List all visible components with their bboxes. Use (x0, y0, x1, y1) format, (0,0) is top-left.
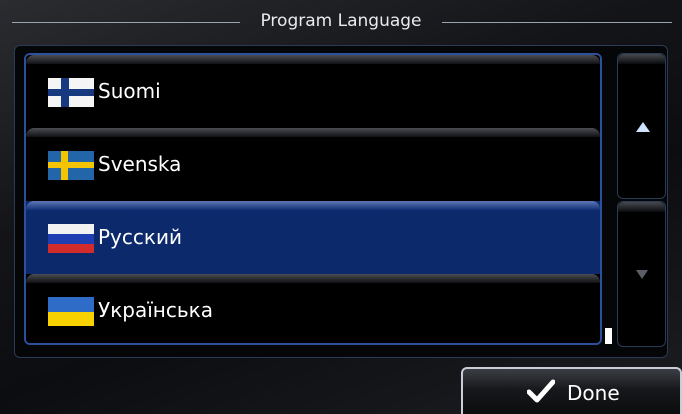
language-row-svenska[interactable]: Svenska (26, 128, 600, 201)
language-row-russkiy[interactable]: Русский (26, 201, 600, 274)
language-label: Svenska (98, 152, 182, 176)
done-button[interactable]: Done (461, 367, 682, 414)
russia-flag-icon (48, 224, 94, 253)
language-row-suomi[interactable]: Suomi (26, 55, 600, 128)
language-label: Русский (98, 225, 182, 249)
done-button-label: Done (567, 381, 620, 405)
triangle-up-icon (636, 122, 650, 132)
dialog-header: Program Language (0, 0, 682, 46)
sweden-flag-icon (48, 151, 94, 180)
triangle-down-icon (636, 270, 648, 279)
scroll-up-button[interactable] (617, 53, 666, 199)
language-label: Suomi (98, 79, 161, 103)
finland-flag-icon (48, 78, 94, 107)
scroll-down-button[interactable] (617, 201, 666, 347)
page-title: Program Language (260, 11, 422, 31)
language-list[interactable]: Suomi Svenska Русский Українська (24, 53, 602, 345)
language-label: Українська (98, 298, 213, 322)
checkmark-icon (527, 379, 555, 403)
header-rule-right (442, 22, 672, 23)
ukraine-flag-icon (48, 297, 94, 326)
scrollbar-thumb[interactable] (605, 328, 612, 344)
language-row-ukrainska[interactable]: Українська (26, 274, 600, 343)
header-rule-left (12, 22, 240, 23)
